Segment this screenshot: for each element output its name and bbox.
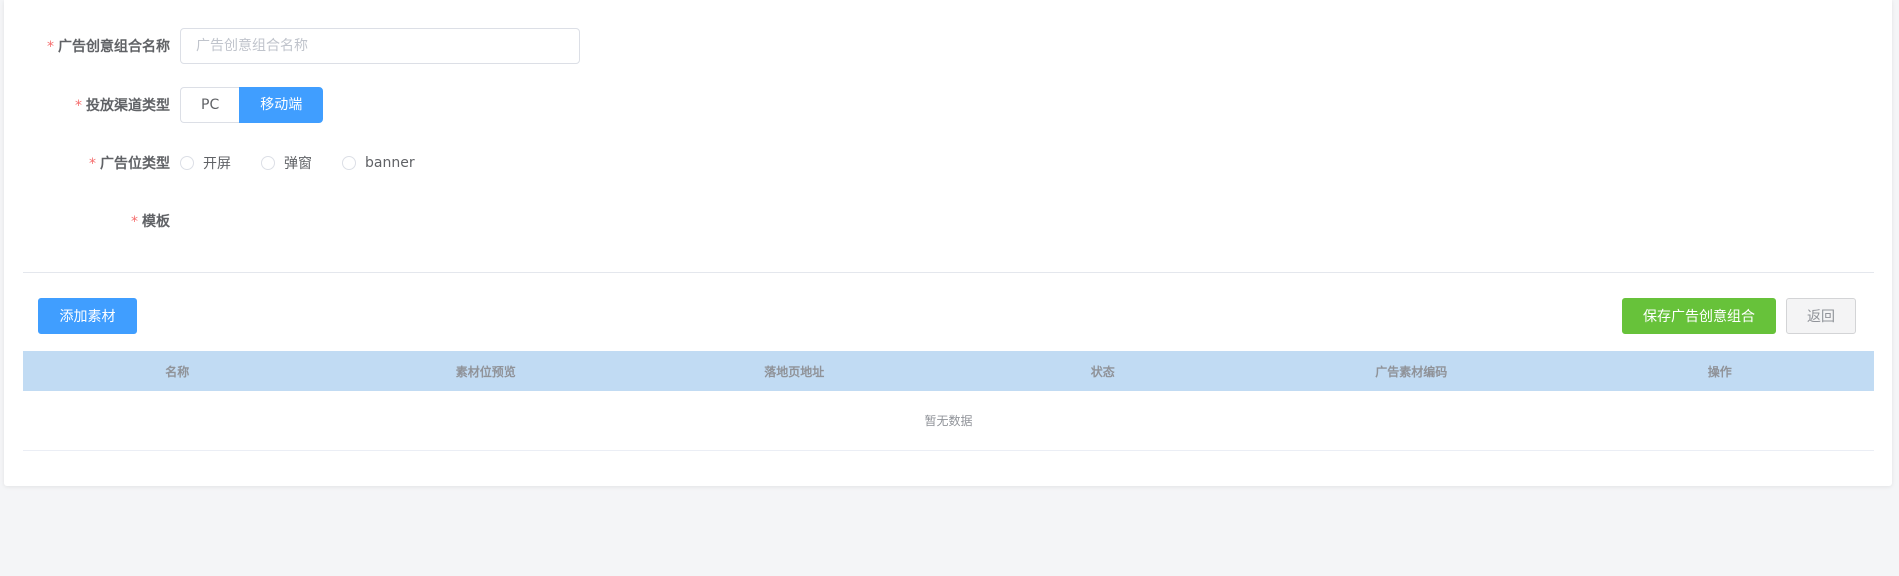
channel-option-mobile[interactable]: 移动端 xyxy=(239,87,324,123)
required-mark: * xyxy=(131,214,138,230)
position-radio-banner[interactable]: banner xyxy=(342,155,415,171)
template-label: * 模板 xyxy=(4,211,180,231)
column-header-landing-url: 落地页地址 xyxy=(764,364,825,379)
channel-label: * 投放渠道类型 xyxy=(4,95,180,115)
name-row: * 广告创意组合名称 xyxy=(4,28,580,64)
template-row: * 模板 xyxy=(4,211,180,231)
materials-table: 名称 素材位预览 落地页地址 状态 广告素材编码 操作 暂无数据 xyxy=(23,351,1874,451)
required-mark: * xyxy=(47,39,54,55)
add-material-button[interactable]: 添加素材 xyxy=(38,298,137,334)
radio-circle-icon xyxy=(342,156,356,170)
section-divider xyxy=(23,272,1874,273)
table-header: 名称 素材位预览 落地页地址 状态 广告素材编码 操作 xyxy=(23,351,1874,391)
position-radio-splash[interactable]: 开屏 xyxy=(180,153,231,173)
name-label: * 广告创意组合名称 xyxy=(4,36,180,56)
position-label-text: 广告位类型 xyxy=(100,156,170,172)
position-row: * 广告位类型 开屏 弹窗 banner xyxy=(4,153,445,173)
name-input[interactable] xyxy=(180,28,580,64)
save-creative-group-button[interactable]: 保存广告创意组合 xyxy=(1622,298,1776,334)
position-label: * 广告位类型 xyxy=(4,153,180,173)
form-card: *广告创意组合名称 *投放渠道类型 PC 移动端 *广告位类型 开屏 弹窗 ba… xyxy=(4,0,1892,486)
table-empty-state: 暂无数据 xyxy=(23,391,1874,451)
radio-label: banner xyxy=(365,155,415,171)
channel-option-pc[interactable]: PC xyxy=(180,87,240,123)
required-mark: * xyxy=(75,98,82,114)
position-radio-group: 开屏 弹窗 banner xyxy=(180,153,445,173)
column-header-preview: 素材位预览 xyxy=(455,364,516,379)
column-header-material-code: 广告素材编码 xyxy=(1375,364,1448,379)
channel-label-text: 投放渠道类型 xyxy=(86,98,170,114)
channel-segmented-control: PC 移动端 xyxy=(180,87,324,123)
column-header-name: 名称 xyxy=(165,364,190,379)
name-label-text: 广告创意组合名称 xyxy=(58,39,170,55)
required-mark: * xyxy=(89,156,96,172)
radio-label: 开屏 xyxy=(203,156,231,172)
back-button[interactable]: 返回 xyxy=(1786,298,1856,334)
radio-label: 弹窗 xyxy=(284,156,312,172)
position-radio-popup[interactable]: 弹窗 xyxy=(261,153,312,173)
column-header-status: 状态 xyxy=(1090,364,1115,379)
column-header-actions: 操作 xyxy=(1707,364,1732,379)
radio-circle-icon xyxy=(180,156,194,170)
radio-circle-icon xyxy=(261,156,275,170)
channel-row: * 投放渠道类型 PC 移动端 xyxy=(4,87,324,123)
template-label-text: 模板 xyxy=(142,214,170,230)
